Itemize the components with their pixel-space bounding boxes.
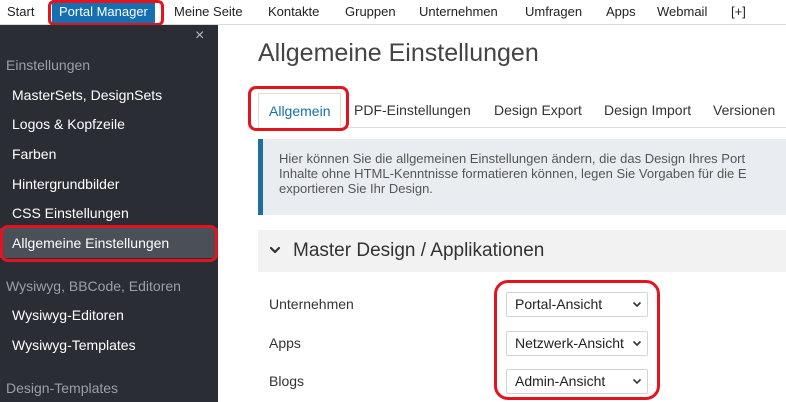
sidebar-section-design-templates: Design-Templates — [6, 380, 119, 396]
label-apps: Apps — [269, 335, 301, 351]
tab-design-export[interactable]: Design Export — [494, 93, 582, 128]
nav-webmail[interactable]: Webmail — [657, 0, 707, 24]
select-blogs-value: Admin-Ansicht — [515, 373, 606, 389]
section-header-master-design[interactable]: Master Design / Applikationen — [258, 230, 786, 272]
chevron-down-icon — [632, 340, 642, 347]
tab-allgemein[interactable]: Allgemein — [258, 93, 342, 129]
nav-more[interactable]: [+] — [731, 0, 746, 24]
nav-portal-manager[interactable]: Portal Manager — [52, 0, 155, 24]
select-blogs[interactable]: Admin-Ansicht — [506, 369, 648, 394]
close-icon[interactable]: × — [195, 28, 204, 44]
sidebar-item-wysiwyg-editoren[interactable]: Wysiwyg-Editoren — [0, 300, 218, 330]
nav-unternehmen[interactable]: Unternehmen — [419, 0, 498, 24]
top-navigation: Start Portal Manager Meine Seite Kontakt… — [0, 0, 786, 25]
sidebar-item-logos[interactable]: Logos & Kopfzeile — [0, 109, 218, 139]
info-line-1: Hier können Sie die allgemeinen Einstell… — [279, 151, 746, 166]
info-box: Hier können Sie die allgemeinen Einstell… — [258, 139, 786, 215]
select-unternehmen-value: Portal-Ansicht — [515, 296, 603, 312]
nav-kontakte[interactable]: Kontakte — [268, 0, 319, 24]
nav-apps[interactable]: Apps — [606, 0, 636, 24]
sidebar-item-allgemeine-einstellungen[interactable]: Allgemeine Einstellungen — [0, 228, 218, 258]
select-apps-value: Netzwerk-Ansicht — [515, 335, 624, 351]
chevron-down-icon — [269, 246, 281, 254]
select-apps[interactable]: Netzwerk-Ansicht — [506, 331, 648, 356]
section-title: Master Design / Applikationen — [293, 240, 545, 261]
nav-gruppen[interactable]: Gruppen — [345, 0, 396, 24]
tab-pdf-einstellungen[interactable]: PDF-Einstellungen — [354, 93, 471, 128]
sidebar: × Einstellungen MasterSets, DesignSets L… — [0, 25, 218, 402]
label-unternehmen: Unternehmen — [269, 296, 354, 312]
nav-umfragen[interactable]: Umfragen — [525, 0, 582, 24]
sidebar-item-wysiwyg-templates[interactable]: Wysiwyg-Templates — [0, 330, 218, 360]
page-title: Allgemeine Einstellungen — [258, 39, 539, 67]
nav-start[interactable]: Start — [7, 0, 34, 24]
select-unternehmen[interactable]: Portal-Ansicht — [506, 292, 648, 317]
nav-meine-seite[interactable]: Meine Seite — [174, 0, 243, 24]
chevron-down-icon — [632, 301, 642, 308]
main-content: Allgemeine Einstellungen Allgemein PDF-E… — [218, 25, 786, 402]
sidebar-section-wysiwyg: Wysiwyg, BBCode, Editoren — [6, 278, 181, 294]
sidebar-item-css[interactable]: CSS Einstellungen — [0, 198, 218, 228]
sidebar-item-farben[interactable]: Farben — [0, 139, 218, 169]
tab-bar: Allgemein PDF-Einstellungen Design Expor… — [258, 93, 786, 129]
tab-versionen[interactable]: Versionen — [713, 93, 775, 128]
sidebar-section-einstellungen: Einstellungen — [6, 57, 91, 73]
label-blogs: Blogs — [269, 373, 305, 389]
sidebar-item-hintergrundbilder[interactable]: Hintergrundbilder — [0, 169, 218, 199]
info-line-2: Inhalte ohne HTML-Kenntnisse formatieren… — [279, 166, 747, 181]
tab-design-import[interactable]: Design Import — [604, 93, 691, 128]
info-line-3: exportieren Sie Ihr Design. — [279, 181, 433, 196]
chevron-down-icon — [632, 378, 642, 385]
sidebar-item-mastersets[interactable]: MasterSets, DesignSets — [0, 80, 218, 110]
